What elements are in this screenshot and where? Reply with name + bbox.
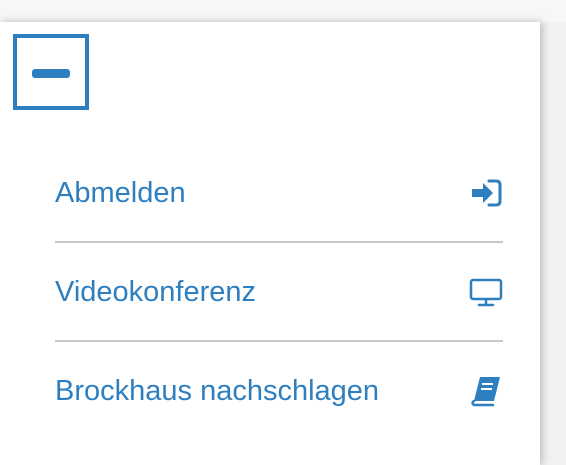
menu-list: Abmelden Videokonferenz Brockhaus nachsc… xyxy=(55,144,503,441)
menu-item-label: Videokonferenz xyxy=(55,276,257,308)
collapse-menu-button[interactable] xyxy=(13,34,89,110)
minus-icon xyxy=(32,69,70,78)
page-background xyxy=(0,0,566,22)
menu-item-abmelden[interactable]: Abmelden xyxy=(55,144,503,243)
side-menu-panel: Abmelden Videokonferenz Brockhaus nachsc… xyxy=(0,22,540,465)
menu-item-label: Abmelden xyxy=(55,177,186,209)
menu-item-label: Brockhaus nachschlagen xyxy=(55,375,380,407)
menu-item-brockhaus[interactable]: Brockhaus nachschlagen xyxy=(55,342,503,441)
menu-item-videokonferenz[interactable]: Videokonferenz xyxy=(55,243,503,342)
desktop-icon xyxy=(469,275,503,309)
book-icon xyxy=(469,374,503,408)
sign-in-icon xyxy=(469,176,503,210)
